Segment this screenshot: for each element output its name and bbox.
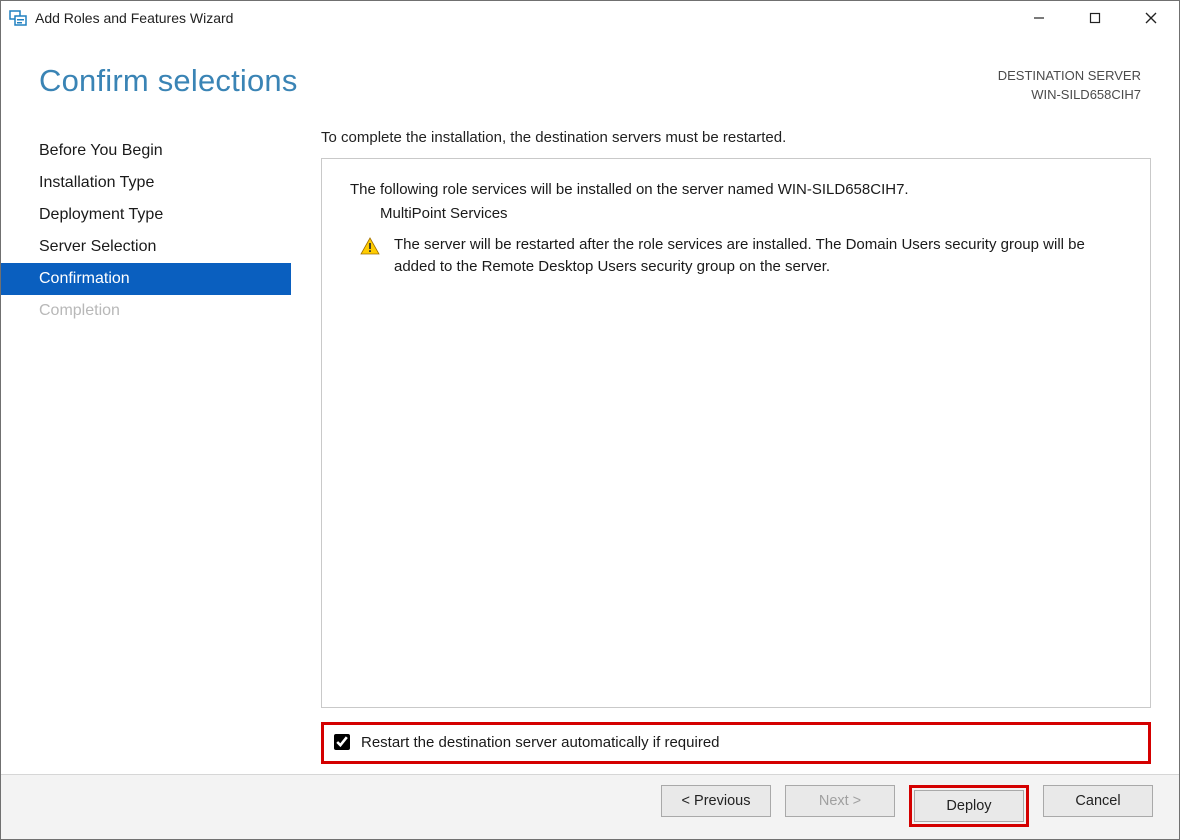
warning-triangle-icon	[360, 236, 384, 264]
server-manager-icon	[9, 9, 27, 27]
cancel-button[interactable]: Cancel	[1043, 785, 1153, 817]
step-confirmation[interactable]: Confirmation	[1, 263, 291, 295]
service-name: MultiPoint Services	[380, 203, 1124, 226]
step-installation-type[interactable]: Installation Type	[1, 167, 291, 199]
intro-line: The following role services will be inst…	[350, 179, 1124, 202]
restart-checkbox-row[interactable]: Restart the destination server automatic…	[321, 722, 1151, 764]
restart-checkbox[interactable]	[334, 734, 350, 750]
wizard-main: To complete the installation, the destin…	[291, 121, 1179, 774]
step-server-selection[interactable]: Server Selection	[1, 231, 291, 263]
warning-row: The server will be restarted after the r…	[360, 234, 1124, 279]
wizard-steps: Before You Begin Installation Type Deplo…	[1, 121, 291, 774]
confirmation-panel: The following role services will be inst…	[321, 158, 1151, 708]
wizard-window: Add Roles and Features Wizard Confirm se…	[0, 0, 1180, 840]
step-completion: Completion	[1, 295, 291, 327]
page-title: Confirm selections	[39, 63, 298, 99]
minimize-button[interactable]	[1011, 1, 1067, 35]
window-title: Add Roles and Features Wizard	[35, 10, 233, 26]
previous-button[interactable]: < Previous	[661, 785, 771, 817]
step-deployment-type[interactable]: Deployment Type	[1, 199, 291, 231]
wizard-footer: < Previous Next > Deploy Cancel	[1, 774, 1179, 839]
titlebar: Add Roles and Features Wizard	[1, 1, 1179, 35]
restart-checkbox-label: Restart the destination server automatic…	[361, 734, 720, 751]
deploy-button[interactable]: Deploy	[914, 790, 1024, 822]
destination-server-label: DESTINATION SERVER	[998, 67, 1141, 86]
instruction-text: To complete the installation, the destin…	[321, 129, 1151, 146]
next-button: Next >	[785, 785, 895, 817]
warning-text: The server will be restarted after the r…	[394, 234, 1124, 279]
wizard-body: Before You Begin Installation Type Deplo…	[1, 115, 1179, 774]
step-before-you-begin[interactable]: Before You Begin	[1, 135, 291, 167]
close-button[interactable]	[1123, 1, 1179, 35]
deploy-highlight: Deploy	[909, 785, 1029, 827]
maximize-button[interactable]	[1067, 1, 1123, 35]
destination-server-name: WIN-SILD658CIH7	[998, 86, 1141, 105]
destination-server-block: DESTINATION SERVER WIN-SILD658CIH7	[998, 63, 1141, 105]
wizard-header: Confirm selections DESTINATION SERVER WI…	[1, 35, 1179, 115]
